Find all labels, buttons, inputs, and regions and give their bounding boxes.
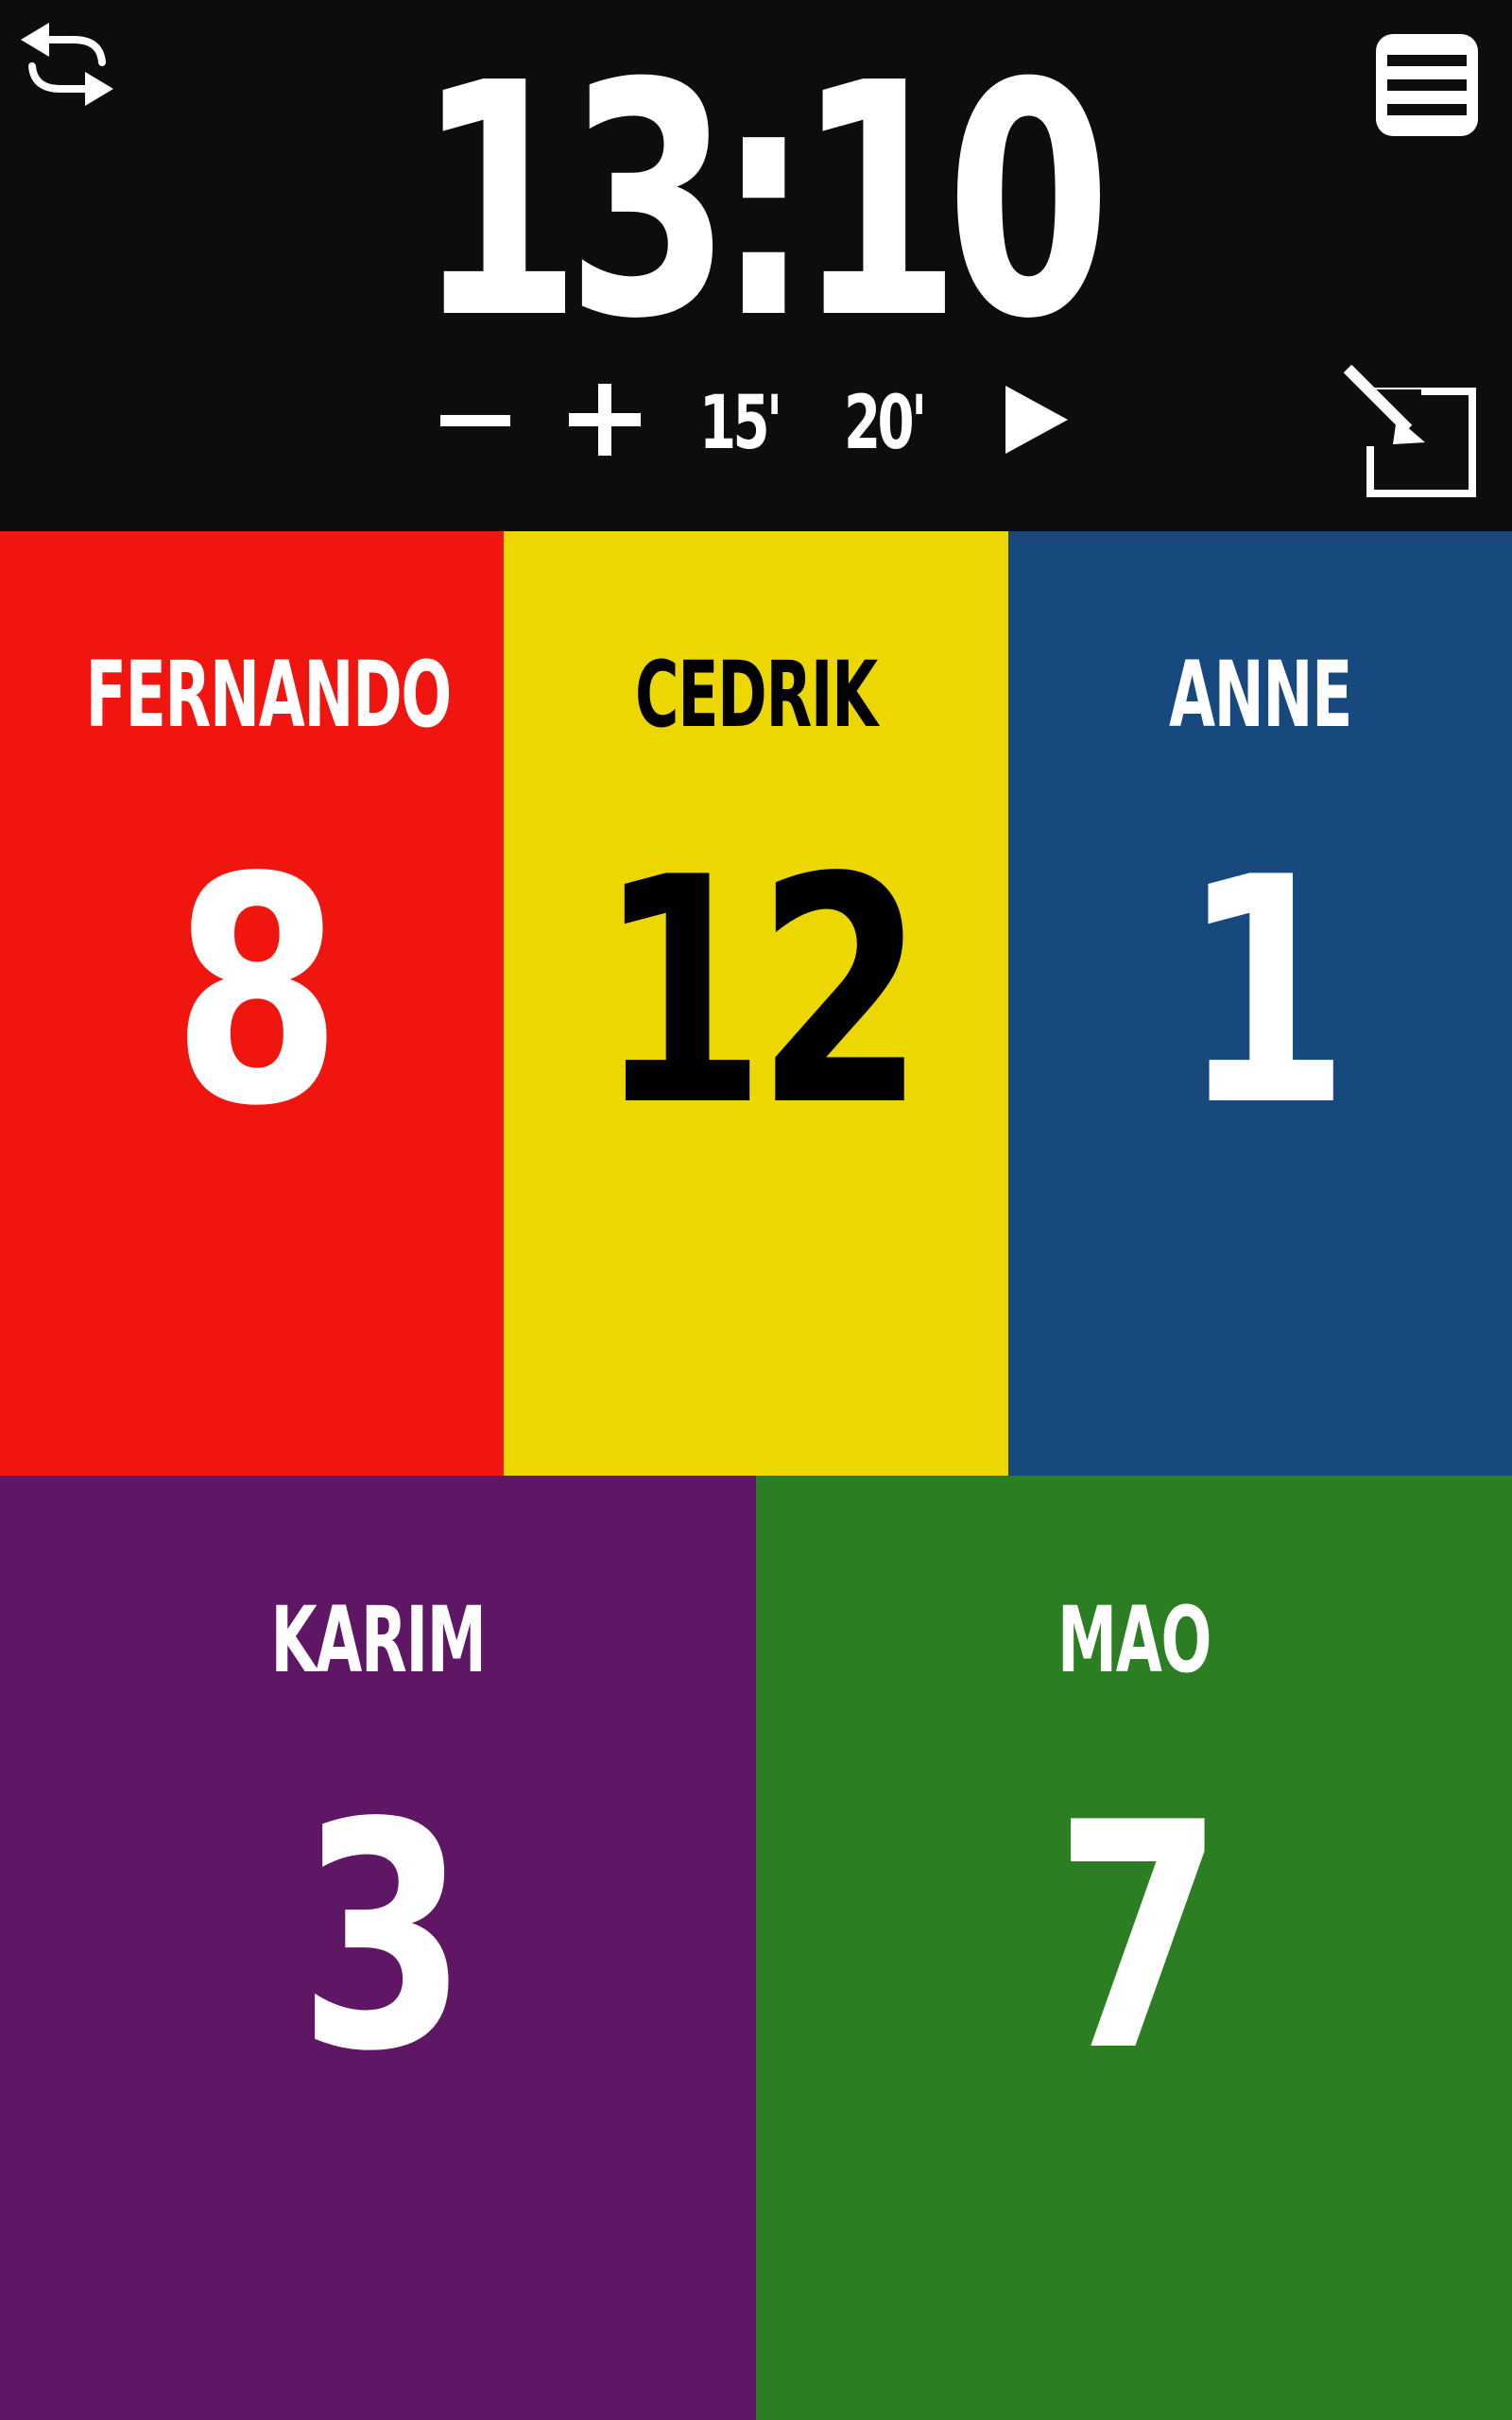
player-name: KARIM bbox=[270, 1587, 487, 1693]
player-name: CEDRIK bbox=[635, 642, 878, 748]
preset-15-button[interactable]: 15' bbox=[699, 376, 782, 471]
player-score: 1 bbox=[1180, 811, 1349, 1174]
player-tile-cedrik[interactable]: CEDRIK 12 bbox=[504, 531, 1008, 1476]
player-name: ANNE bbox=[1168, 642, 1352, 748]
player-score: 3 bbox=[298, 1756, 468, 2119]
player-tile-karim[interactable]: KARIM 3 bbox=[0, 1476, 756, 2420]
minus-icon[interactable] bbox=[440, 403, 510, 439]
player-name: FERNANDO bbox=[85, 642, 453, 748]
menu-icon[interactable] bbox=[1372, 30, 1482, 140]
swap-arrows-icon[interactable] bbox=[21, 21, 113, 108]
play-icon[interactable] bbox=[1005, 386, 1068, 454]
preset-20-button[interactable]: 20' bbox=[844, 376, 927, 471]
exit-fullscreen-icon[interactable] bbox=[1340, 363, 1478, 497]
plus-icon[interactable] bbox=[569, 384, 641, 456]
player-tile-fernando[interactable]: FERNANDO 8 bbox=[0, 531, 504, 1476]
player-tile-anne[interactable]: ANNE 1 bbox=[1008, 531, 1512, 1476]
scoreboard-app: 13:10 15' 20' FERNANDO 8 CEDRIK 12 ANNE … bbox=[0, 0, 1512, 2420]
player-score: 12 bbox=[596, 811, 925, 1174]
player-score: 8 bbox=[172, 811, 341, 1174]
player-name: MAO bbox=[1057, 1587, 1211, 1693]
player-tile-mao[interactable]: MAO 7 bbox=[756, 1476, 1512, 2420]
player-score: 7 bbox=[1054, 1756, 1224, 2119]
timer-header: 13:10 15' 20' bbox=[0, 0, 1512, 531]
game-timer[interactable]: 13:10 bbox=[406, 32, 1111, 372]
